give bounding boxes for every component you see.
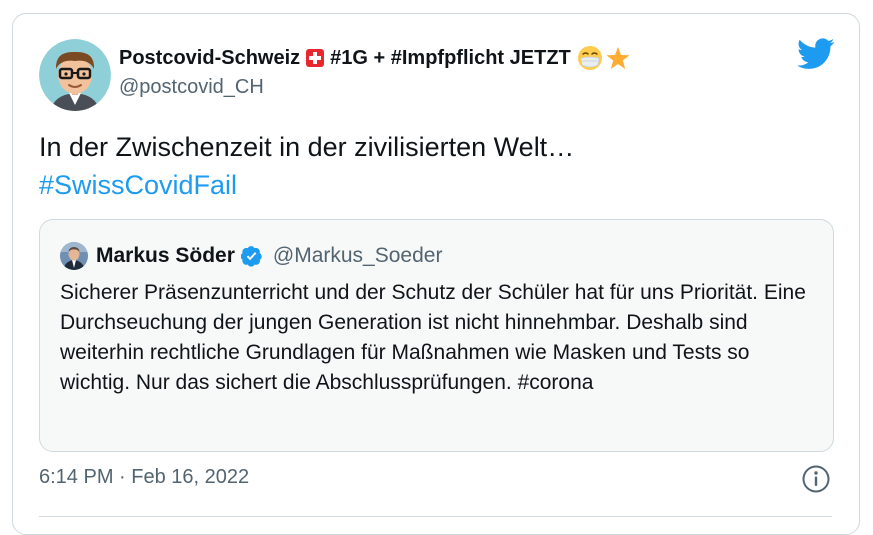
- tweet-hashtag-link[interactable]: #SwissCovidFail: [39, 166, 829, 204]
- quoted-author-handle[interactable]: @Markus_Soeder: [273, 244, 443, 268]
- tweet-timestamp[interactable]: 6:14 PM · Feb 16, 2022: [39, 466, 249, 489]
- author-name-row[interactable]: Postcovid-Schweiz #1G + #Impfpflicht JET…: [119, 44, 631, 72]
- author-tags[interactable]: #1G + #Impfpflicht JETZT: [330, 47, 571, 70]
- author-avatar[interactable]: [39, 39, 111, 111]
- quoted-tweet-text: Sicherer Präsenzunterricht und der Schut…: [60, 281, 806, 394]
- author-handle[interactable]: @postcovid_CH: [119, 76, 264, 99]
- twitter-logo-icon[interactable]: [797, 38, 835, 70]
- quoted-author-display-name[interactable]: Markus Söder: [96, 244, 235, 268]
- quoted-author-avatar[interactable]: [60, 242, 88, 270]
- swiss-flag-icon: [306, 49, 325, 67]
- tweet-card: Postcovid-Schweiz #1G + #Impfpflicht JET…: [12, 13, 860, 535]
- medical-mask-emoji-icon: [577, 46, 602, 70]
- quoted-tweet[interactable]: Markus Söder @Markus_Soeder Sicherer Prä…: [39, 219, 834, 452]
- author-display-name[interactable]: Postcovid-Schweiz: [119, 47, 300, 70]
- info-icon[interactable]: [801, 464, 831, 494]
- verified-badge-icon: [240, 246, 262, 267]
- tweet-text: In der Zwischenzeit in der zivilisierten…: [39, 132, 575, 162]
- tweet-body: In der Zwischenzeit in der zivilisierten…: [39, 128, 829, 204]
- quoted-author-name-row[interactable]: Markus Söder @Markus_Soeder: [96, 242, 442, 270]
- star-emoji-icon: [606, 47, 630, 69]
